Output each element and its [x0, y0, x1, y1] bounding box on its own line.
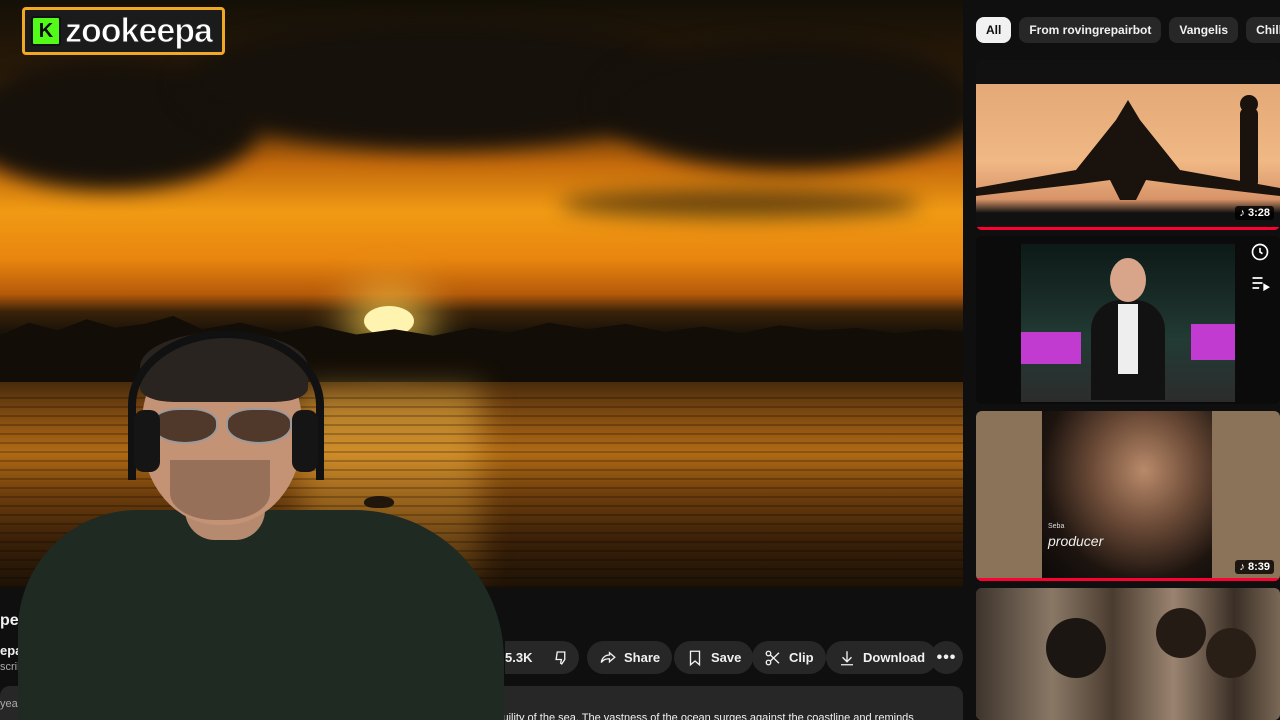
chip-vangelis[interactable]: Vangelis	[1169, 17, 1239, 43]
jet-silhouette-image	[976, 95, 1280, 200]
save-button[interactable]: Save	[674, 641, 754, 674]
duration-label: 3:28	[1247, 207, 1270, 219]
performer-head	[1110, 258, 1146, 302]
cloud	[560, 190, 920, 218]
chip-all[interactable]: All	[976, 17, 1012, 43]
webcam-overlay	[0, 330, 505, 720]
thumbnail-hover-actions	[1250, 242, 1270, 293]
headset-earcup-left	[134, 410, 160, 472]
album-cover: Seba producer	[1042, 411, 1212, 581]
watch-later-icon[interactable]	[1250, 242, 1270, 262]
recommendation-thumbnail[interactable]	[976, 588, 1280, 720]
logo-text: zookeepa	[65, 12, 214, 50]
concert-photo	[976, 588, 1280, 720]
more-actions-button[interactable]: •••	[930, 641, 963, 674]
dislike-button[interactable]	[543, 641, 579, 674]
watched-progress-bar	[976, 578, 1280, 581]
share-icon	[600, 650, 616, 663]
thumbs-down-icon	[555, 650, 566, 665]
duration-badge: ♪ 3:28	[1235, 206, 1274, 220]
headset-earcup-right	[292, 410, 318, 472]
chip-chill-out[interactable]: Chill-out	[1246, 17, 1280, 43]
more-icon: •••	[936, 648, 957, 666]
cloud	[600, 40, 963, 170]
cover-artist: Seba	[1048, 523, 1065, 530]
duration-label: 8:39	[1247, 561, 1270, 573]
scissors-icon	[765, 650, 780, 665]
bookmark-icon	[689, 650, 701, 666]
music-note-icon: ♪	[1239, 207, 1248, 219]
download-button[interactable]: Download	[826, 641, 938, 674]
download-icon	[841, 650, 853, 665]
recommendation-thumbnail[interactable]: ♪ 3:28	[976, 60, 1280, 230]
video-frame	[1021, 244, 1235, 402]
clip-button[interactable]: Clip	[752, 641, 826, 674]
pink-grid	[1191, 324, 1235, 360]
chip-from-channel[interactable]: From rovingrepairbot	[1019, 17, 1162, 43]
add-to-queue-icon[interactable]	[1250, 273, 1270, 293]
streamer-logo: K zookeepa	[22, 7, 225, 55]
description-text: ene tranquility of the sea. The vastness…	[456, 712, 914, 720]
save-label: Save	[711, 650, 742, 665]
music-note-icon: ♪	[1239, 561, 1248, 573]
like-count[interactable]: 5.3K	[505, 641, 543, 674]
white-shirt	[1118, 304, 1138, 374]
musician-silhouette	[1206, 628, 1256, 678]
duration-badge: ♪ 8:39	[1235, 560, 1274, 574]
kick-logo-icon: K	[31, 16, 61, 46]
recommendation-thumbnail[interactable]	[976, 236, 1280, 404]
share-label: Share	[624, 650, 661, 665]
share-button[interactable]: Share	[587, 641, 673, 674]
recommendation-thumbnail[interactable]: Seba producer ♪ 8:39	[976, 411, 1280, 581]
watched-progress-bar	[976, 227, 1280, 230]
musician-silhouette	[1046, 618, 1106, 678]
filter-chips: All From rovingrepairbot Vangelis Chill-…	[976, 17, 1280, 43]
musician-silhouette	[1156, 608, 1206, 658]
download-label: Download	[863, 650, 926, 665]
pink-grid	[1021, 332, 1081, 364]
like-count-label: 5.3K	[505, 650, 533, 665]
clip-label: Clip	[789, 650, 814, 665]
cover-title: producer	[1048, 533, 1104, 549]
person-shirt	[18, 510, 504, 720]
